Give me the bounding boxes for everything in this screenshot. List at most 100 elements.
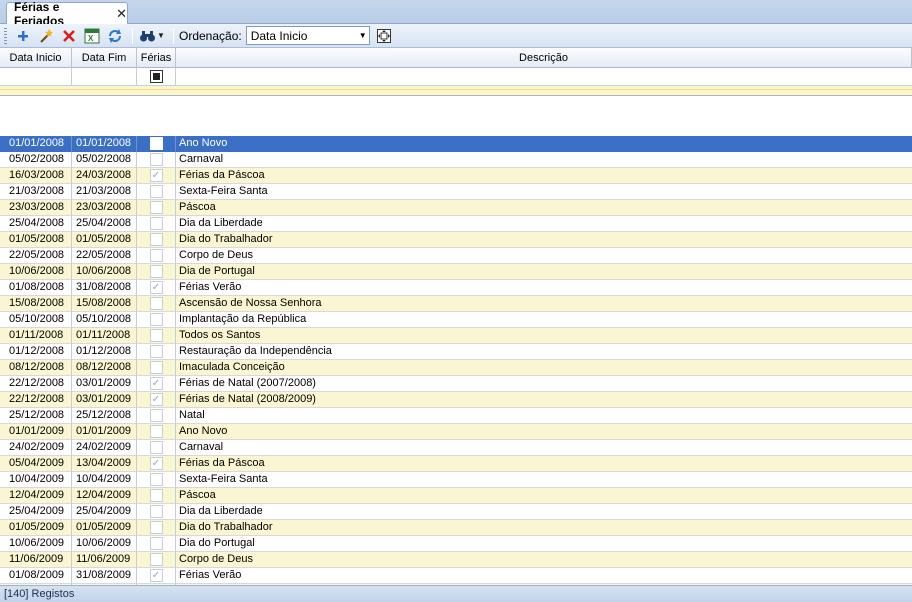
cell-data-inicio: 01/11/2008: [0, 328, 72, 344]
ferias-checkbox[interactable]: [149, 345, 163, 358]
table-row[interactable]: 22/05/2008 22/05/2008 Corpo de Deus: [0, 248, 912, 264]
cell-data-inicio: 05/04/2009: [0, 456, 72, 472]
table-row[interactable]: 15/08/2008 15/08/2008 Ascensão de Nossa Se…: [0, 296, 912, 312]
cell-descricao: Sexta-Feira Santa: [176, 184, 912, 200]
ferias-checkbox[interactable]: [149, 329, 163, 342]
table-row[interactable]: 01/01/2008 01/01/2008 Ano Novo: [0, 136, 912, 152]
table-row[interactable]: 12/04/2009 12/04/2009 Páscoa: [0, 488, 912, 504]
record-count: [140] Registos: [4, 588, 75, 600]
table-row[interactable]: 25/12/2008 25/12/2008 Natal: [0, 408, 912, 424]
ferias-checkbox[interactable]: ✓: [149, 281, 163, 294]
filter-data-fim[interactable]: [72, 68, 137, 86]
filter-checkbox[interactable]: [149, 70, 163, 83]
table-row[interactable]: 05/02/2008 05/02/2008 Carnaval: [0, 152, 912, 168]
cell-ferias: [137, 136, 176, 152]
ferias-checkbox[interactable]: [149, 409, 163, 422]
cell-data-fim: 22/05/2008: [72, 248, 137, 264]
chevron-down-icon[interactable]: ▼: [356, 27, 369, 44]
ferias-checkbox[interactable]: [149, 537, 163, 550]
tab-strip: Férias e Feriados ✕: [0, 0, 912, 28]
ferias-checkbox[interactable]: [149, 265, 163, 278]
ferias-checkbox[interactable]: [149, 137, 163, 150]
ferias-checkbox[interactable]: [149, 473, 163, 486]
ferias-checkbox[interactable]: [149, 425, 163, 438]
ferias-checkbox[interactable]: [149, 233, 163, 246]
table-row[interactable]: 01/05/2008 01/05/2008 Dia do Trabalhador: [0, 232, 912, 248]
table-row[interactable]: 10/04/2009 10/04/2009 Sexta-Feira Santa: [0, 472, 912, 488]
cell-ferias: ✓: [137, 568, 176, 584]
tab-ferias-feriados[interactable]: Férias e Feriados ✕: [6, 0, 128, 28]
refresh-button[interactable]: [104, 26, 125, 46]
cell-data-inicio: 10/06/2009: [0, 536, 72, 552]
toolbar-grip[interactable]: [4, 27, 7, 44]
export-excel-button[interactable]: X: [81, 26, 102, 46]
filter-row: [0, 68, 912, 86]
table-row[interactable]: 08/12/2008 08/12/2008 Imaculada Conceição: [0, 360, 912, 376]
ferias-checkbox[interactable]: [149, 441, 163, 454]
table-row[interactable]: 01/12/2008 01/12/2008 Restauração da Indep…: [0, 344, 912, 360]
table-row[interactable]: 11/06/2009 11/06/2009 Corpo de Deus: [0, 552, 912, 568]
cell-data-inicio: 25/04/2008: [0, 216, 72, 232]
table-row[interactable]: 24/02/2009 24/02/2009 Carnaval: [0, 440, 912, 456]
table-row[interactable]: 01/05/2009 01/05/2009 Dia do Trabalhador: [0, 520, 912, 536]
table-row[interactable]: 10/06/2008 10/06/2008 Dia de Portugal: [0, 264, 912, 280]
cell-data-inicio: 08/12/2008: [0, 360, 72, 376]
ferias-checkbox[interactable]: [149, 521, 163, 534]
cell-descricao: Dia da Liberdade: [176, 216, 912, 232]
table-row[interactable]: 05/04/2009 13/04/2009 ✓ Férias da Páscoa: [0, 456, 912, 472]
cell-ferias: [137, 248, 176, 264]
cell-data-fim: 10/06/2009: [72, 536, 137, 552]
cell-data-inicio: 01/08/2009: [0, 568, 72, 584]
table-row[interactable]: 01/08/2009 31/08/2009 ✓ Férias Verão: [0, 568, 912, 584]
ferias-checkbox[interactable]: [149, 201, 163, 214]
column-header-descricao[interactable]: Descrição: [176, 48, 912, 68]
ordering-select[interactable]: Data Inicio ▼: [245, 26, 370, 45]
cell-data-fim: 24/02/2009: [72, 440, 137, 456]
table-row[interactable]: 25/04/2008 25/04/2008 Dia da Liberdade: [0, 216, 912, 232]
table-row[interactable]: 22/12/2008 03/01/2009 ✓ Férias de Natal (20…: [0, 392, 912, 408]
table-row[interactable]: 25/04/2009 25/04/2009 Dia da Liberdade: [0, 504, 912, 520]
column-header-data-fim[interactable]: Data Fim: [72, 48, 137, 68]
cell-ferias: [137, 216, 176, 232]
expand-button[interactable]: [374, 26, 395, 46]
ordering-label: Ordenação:: [179, 28, 242, 43]
cell-data-fim: 11/06/2009: [72, 552, 137, 568]
ferias-checkbox[interactable]: [149, 361, 163, 374]
ferias-checkbox[interactable]: ✓: [149, 569, 163, 582]
ferias-checkbox[interactable]: ✓: [149, 457, 163, 470]
cell-ferias: [137, 328, 176, 344]
ferias-checkbox[interactable]: ✓: [149, 377, 163, 390]
ferias-checkbox[interactable]: [149, 489, 163, 502]
table-row[interactable]: 21/03/2008 21/03/2008 Sexta-Feira Santa: [0, 184, 912, 200]
ferias-checkbox[interactable]: [149, 297, 163, 310]
ferias-checkbox[interactable]: [149, 553, 163, 566]
table-row[interactable]: 01/11/2008 01/11/2008 Todos os Santos: [0, 328, 912, 344]
filter-descricao[interactable]: [176, 68, 912, 86]
ferias-checkbox[interactable]: [149, 185, 163, 198]
table-row[interactable]: 05/10/2008 05/10/2008 Implantação da Repúb…: [0, 312, 912, 328]
ferias-checkbox[interactable]: [149, 249, 163, 262]
search-button[interactable]: ▼: [138, 26, 166, 46]
delete-button[interactable]: [58, 26, 79, 46]
ferias-checkbox[interactable]: [149, 313, 163, 326]
ferias-checkbox[interactable]: ✓: [149, 169, 163, 182]
ferias-checkbox[interactable]: [149, 217, 163, 230]
ferias-checkbox[interactable]: [149, 505, 163, 518]
ferias-checkbox[interactable]: ✓: [149, 393, 163, 406]
table-row[interactable]: 22/12/2008 03/01/2009 ✓ Férias de Natal (20…: [0, 376, 912, 392]
ferias-checkbox[interactable]: [149, 153, 163, 166]
table-row[interactable]: 10/06/2009 10/06/2009 Dia do Portugal: [0, 536, 912, 552]
cell-data-fim: 25/04/2009: [72, 504, 137, 520]
table-row[interactable]: 01/01/2009 01/01/2009 Ano Novo: [0, 424, 912, 440]
column-header-ferias[interactable]: Férias: [137, 48, 176, 68]
cell-descricao: Dia de Portugal: [176, 264, 912, 280]
filter-data-inicio[interactable]: [0, 68, 72, 86]
edit-button[interactable]: [35, 26, 56, 46]
close-icon[interactable]: ✕: [116, 6, 127, 22]
table-row[interactable]: 16/03/2008 24/03/2008 ✓ Férias da Páscoa: [0, 168, 912, 184]
table-row[interactable]: 01/08/2008 31/08/2008 ✓ Férias Verão: [0, 280, 912, 296]
column-header-data-inicio[interactable]: Data Inicio: [0, 48, 72, 68]
table-row[interactable]: 23/03/2008 23/03/2008 Páscoa: [0, 200, 912, 216]
add-button[interactable]: [12, 26, 33, 46]
filter-ferias[interactable]: [137, 68, 176, 86]
